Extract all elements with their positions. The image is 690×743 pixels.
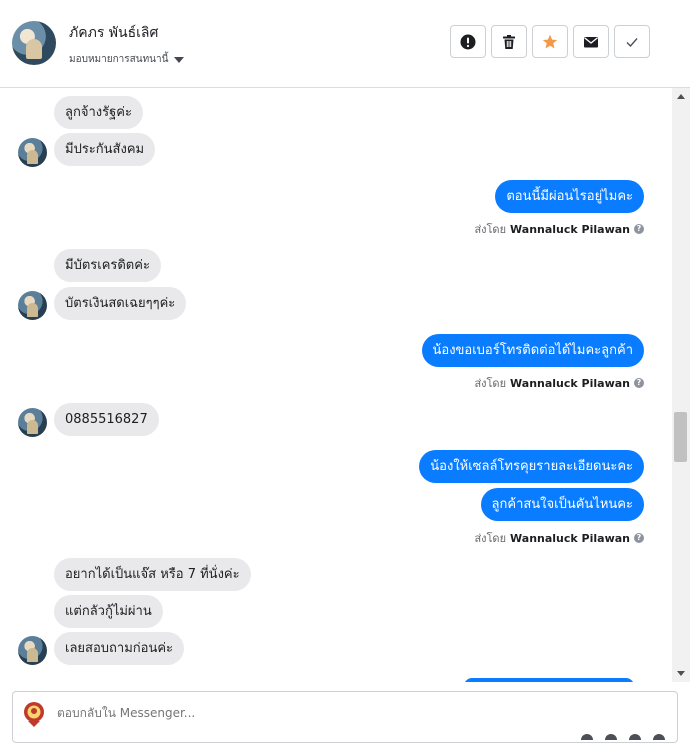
incoming-message[interactable]: 0885516827 [54, 403, 159, 436]
outgoing-message[interactable]: น้องให้เซลล์โทรคุยรายละเอียดนะคะ [419, 450, 644, 483]
delete-button[interactable] [491, 25, 527, 58]
incoming-message[interactable]: แต่กลัวกู้ไม่ผ่าน [54, 595, 163, 628]
saved-reply-icon[interactable] [629, 734, 641, 740]
contact-avatar[interactable] [12, 21, 56, 65]
emoji-icon[interactable] [581, 734, 593, 740]
sent-by-label: ส่งโดย Wannaluck Pilawan ? [474, 529, 644, 547]
page-avatar-icon [24, 702, 44, 727]
reply-composer [12, 691, 678, 743]
message-thread[interactable]: ลูกจ้างรัฐค่ะ มีประกันสังคม ตอนนี้มีผ่อน… [0, 88, 672, 682]
thread-scrollbar[interactable] [672, 88, 690, 682]
trash-icon [503, 34, 515, 49]
star-button[interactable] [532, 25, 568, 58]
outgoing-message-partial[interactable] [464, 678, 634, 682]
composer-toolbar [581, 734, 665, 740]
scroll-down-arrow-icon[interactable] [677, 671, 685, 676]
assign-conversation-dropdown[interactable]: มอบหมายการสนทนานี้ [69, 52, 185, 67]
check-icon [626, 37, 638, 47]
send-icon[interactable] [653, 734, 665, 740]
assign-conversation-label: มอบหมายการสนทนานี้ [69, 54, 169, 65]
mark-spam-button[interactable] [450, 25, 486, 58]
contact-mini-avatar [18, 138, 47, 167]
conversation-actions [450, 25, 650, 58]
outgoing-message[interactable]: น้องขอเบอร์โทรติดต่อได้ไมคะลูกค้า [421, 334, 644, 367]
mark-done-button[interactable] [614, 25, 650, 58]
sent-by-prefix: ส่งโดย [474, 223, 507, 236]
sent-by-agent: Wannaluck Pilawan [510, 531, 630, 545]
sent-by-agent: Wannaluck Pilawan [510, 222, 630, 236]
scroll-up-arrow-icon[interactable] [677, 94, 685, 99]
sent-by-prefix: ส่งโดย [474, 377, 507, 390]
help-icon[interactable]: ? [634, 224, 644, 234]
sent-by-label: ส่งโดย Wannaluck Pilawan ? [474, 374, 644, 392]
contact-mini-avatar [18, 291, 47, 320]
scrollbar-thumb[interactable] [674, 412, 687, 462]
conversation-header: ภัคภร พันธ์เลิศ มอบหมายการสนทนานี้ [0, 0, 690, 88]
exclamation-circle-icon [460, 34, 476, 49]
sent-by-prefix: ส่งโดย [474, 532, 507, 545]
mark-unread-button[interactable] [573, 25, 609, 58]
incoming-message[interactable]: มีบัตรเครดิตค่ะ [54, 249, 161, 282]
contact-name[interactable]: ภัคภร พันธ์เลิศ [69, 22, 158, 44]
outgoing-message[interactable]: ตอนนี้มีผ่อนไรอยู่ไมคะ [495, 180, 644, 213]
caret-down-icon [174, 56, 185, 63]
outgoing-message[interactable]: ลูกค้าสนใจเป็นคันไหนคะ [480, 488, 644, 521]
help-icon[interactable]: ? [634, 533, 644, 543]
star-icon [542, 34, 558, 48]
envelope-icon [584, 36, 598, 47]
attachment-icon[interactable] [605, 734, 617, 740]
contact-mini-avatar [18, 636, 47, 665]
incoming-message[interactable]: เลยสอบถามก่อนค่ะ [54, 632, 185, 665]
reply-input[interactable] [57, 706, 617, 720]
sent-by-agent: Wannaluck Pilawan [510, 376, 630, 390]
help-icon[interactable]: ? [634, 378, 644, 388]
incoming-message[interactable]: มีประกันสังคม [54, 133, 156, 166]
incoming-message[interactable]: ลูกจ้างรัฐค่ะ [54, 96, 143, 129]
sent-by-label: ส่งโดย Wannaluck Pilawan ? [474, 220, 644, 238]
incoming-message[interactable]: บัตรเงินสดเฉยๆๆค่ะ [54, 287, 187, 320]
contact-mini-avatar [18, 408, 47, 437]
incoming-message[interactable]: อยากได้เป็นแจ๊ส หรือ 7 ที่นั่งค่ะ [54, 558, 251, 591]
